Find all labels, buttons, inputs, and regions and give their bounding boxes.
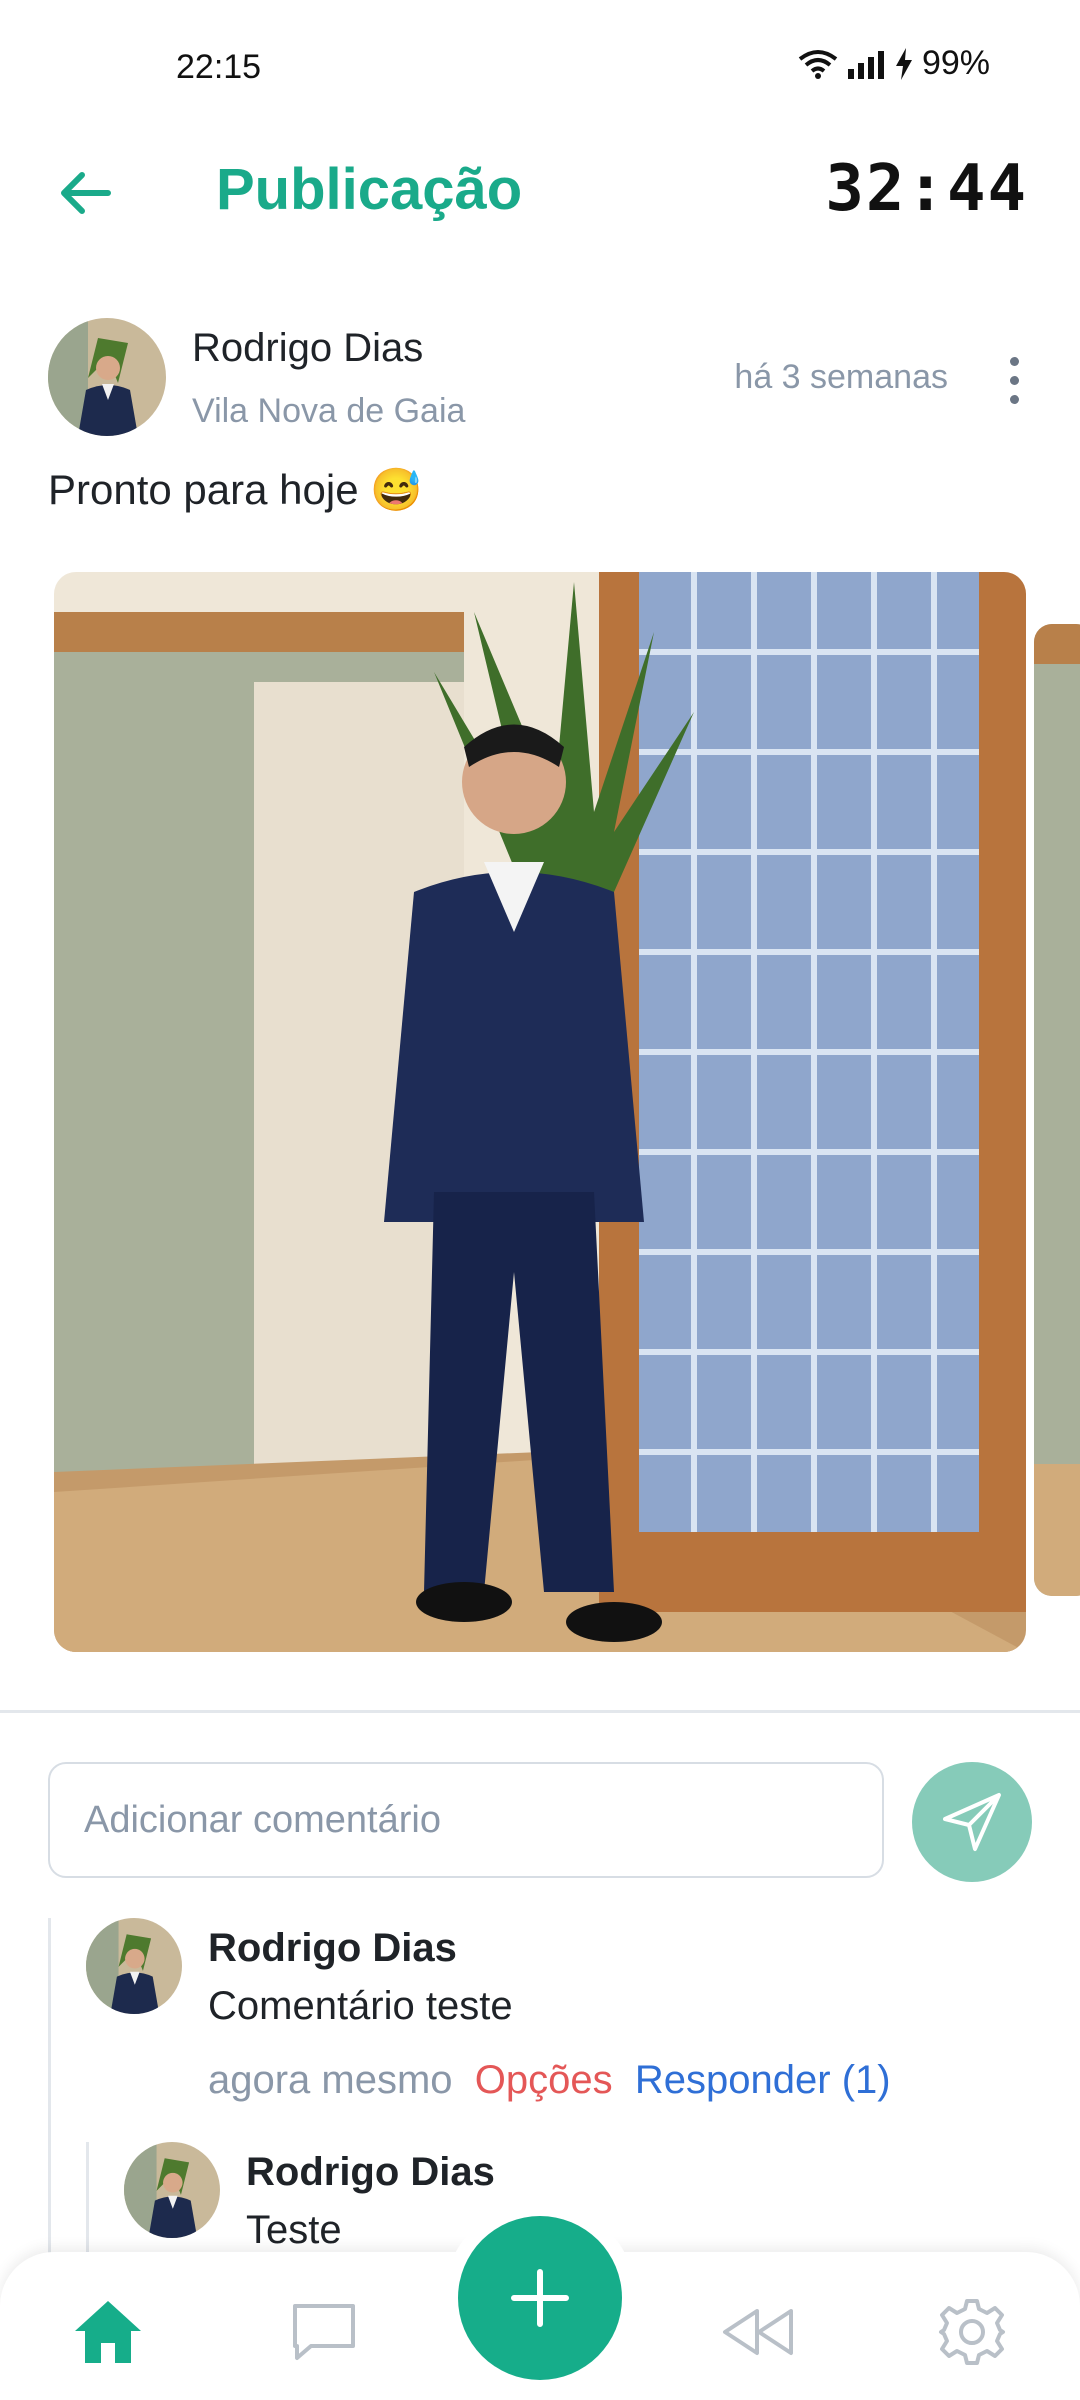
nav-chat[interactable]: [284, 2292, 364, 2372]
page-title: Publicação: [216, 157, 523, 222]
comment-options-link[interactable]: Opções: [475, 2058, 613, 2102]
signal-icon: [847, 50, 884, 79]
add-post-button[interactable]: [458, 2216, 622, 2380]
post-time: há 3 semanas: [734, 358, 948, 396]
send-comment-button[interactable]: [912, 1762, 1032, 1882]
comment-thread-line: [48, 1918, 51, 2258]
status-bar: 22:15 99%: [0, 0, 1080, 130]
more-dot: [1009, 375, 1019, 385]
comment-reply-link[interactable]: Responder (1): [635, 2058, 891, 2102]
status-time: 22:15: [176, 48, 262, 86]
comment-text: Comentário teste: [208, 1984, 513, 2028]
next-photo-preview[interactable]: [1034, 624, 1080, 1596]
status-icons: 99%: [798, 44, 990, 83]
comment-input[interactable]: [48, 1762, 884, 1878]
author-name[interactable]: Rodrigo Dias: [192, 326, 423, 371]
timer-display: 32:44: [825, 152, 1028, 226]
post-text: Pronto para hoje 😅: [48, 466, 423, 513]
section-divider: [0, 1710, 1080, 1713]
add-icon: [511, 2269, 569, 2327]
nav-rewind[interactable]: [718, 2292, 798, 2372]
post-photo[interactable]: [54, 572, 1026, 1652]
comment-author[interactable]: Rodrigo Dias: [208, 1926, 457, 1971]
nav-home[interactable]: [68, 2292, 148, 2372]
arrow-left-icon: [61, 172, 111, 214]
reply-author[interactable]: Rodrigo Dias: [246, 2150, 495, 2195]
settings-icon: [939, 2299, 1005, 2365]
comment-avatar[interactable]: [86, 1918, 182, 2014]
author-avatar[interactable]: [48, 318, 166, 436]
wifi-icon: [798, 49, 838, 79]
more-dot: [1009, 356, 1019, 366]
send-icon: [943, 1793, 1001, 1851]
reply-avatar[interactable]: [124, 2142, 220, 2238]
author-location: Vila Nova de Gaia: [192, 392, 466, 430]
comment-meta: agora mesmo Opções Responder (1): [208, 2058, 891, 2103]
battery-level: 99%: [921, 44, 990, 82]
app-header: Publicação 32:44: [0, 130, 1080, 250]
charging-icon: [895, 47, 912, 80]
back-button[interactable]: [50, 158, 120, 228]
home-icon: [75, 2301, 141, 2363]
more-options-button[interactable]: [994, 350, 1034, 410]
chat-icon: [293, 2304, 355, 2360]
rewind-icon: [723, 2309, 793, 2355]
nav-settings[interactable]: [932, 2292, 1012, 2372]
comment-time: agora mesmo: [208, 2058, 453, 2102]
reply-text: Teste: [246, 2208, 342, 2252]
more-dot: [1009, 394, 1019, 404]
